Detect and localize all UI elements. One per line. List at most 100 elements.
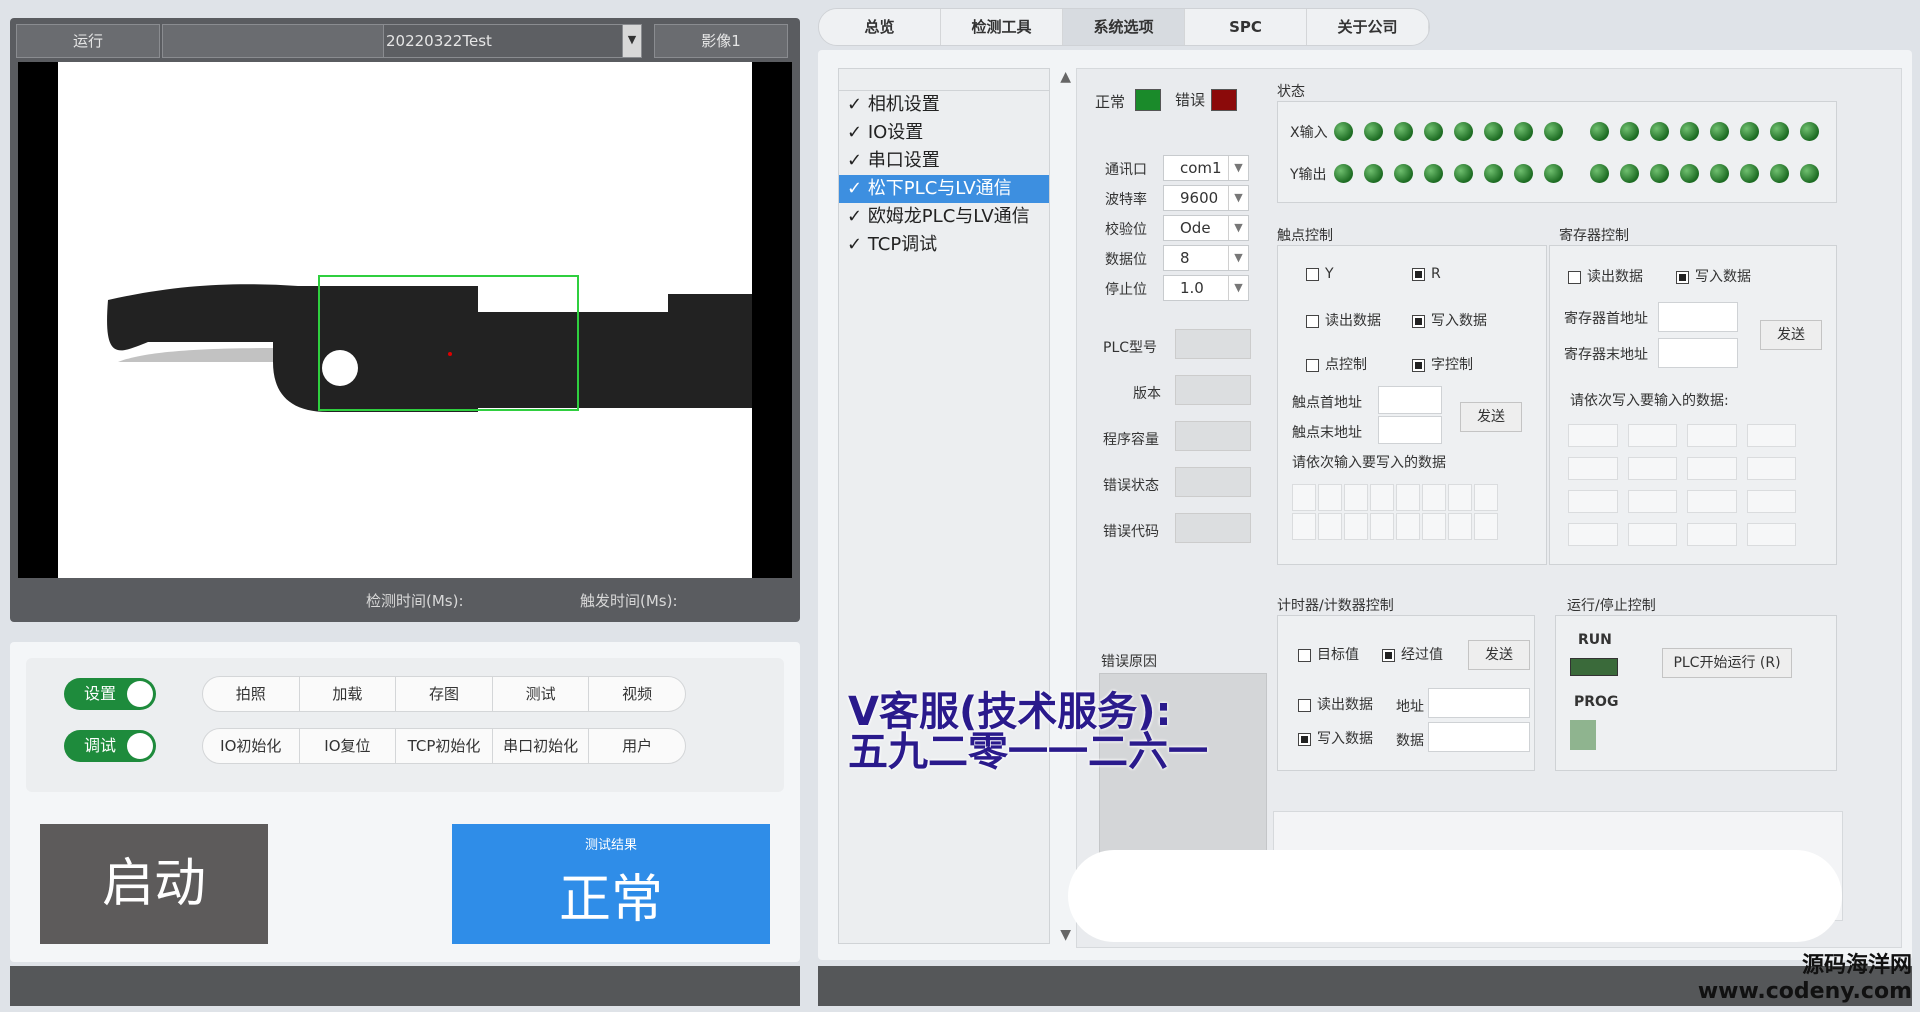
site-watermark: 源码海洋网 www.codeny.com <box>1698 947 1912 1004</box>
nav-item-camera[interactable]: ✓ 相机设置 <box>839 91 1049 119</box>
detect-time-label: 检测时间(Ms): <box>366 592 464 610</box>
timer-read-checkbox[interactable]: 读出数据 <box>1298 694 1373 714</box>
setup-toggle[interactable]: 设置 <box>64 678 156 710</box>
scroll-down-icon[interactable]: ▼ <box>1060 927 1071 943</box>
tab-spc[interactable]: SPC <box>1185 9 1307 45</box>
normal-led-icon <box>1135 89 1161 111</box>
photo-button[interactable]: 拍照 <box>203 677 300 711</box>
io-led-icon <box>1394 122 1413 141</box>
serial-init-button[interactable]: 串口初始化 <box>493 729 590 763</box>
timer-data-input[interactable] <box>1428 722 1530 752</box>
io-led-icon <box>1740 122 1759 141</box>
nav-item-serial[interactable]: ✓ 串口设置 <box>839 147 1049 175</box>
contact-write-checkbox[interactable]: 写入数据 <box>1412 310 1487 330</box>
checkbox-box <box>1298 648 1311 662</box>
parity-select[interactable]: Ode ▼ <box>1163 215 1249 241</box>
save-image-button[interactable]: 存图 <box>396 677 493 711</box>
baud-rate-label: 波特率 <box>1105 192 1147 208</box>
nav-item-label: 欧姆龙PLC与LV通信 <box>867 206 1030 227</box>
error-label: 错误 <box>1175 91 1206 109</box>
register-start-addr-input[interactable] <box>1658 302 1738 332</box>
watermark-line-1: 源码海洋网 <box>1801 953 1912 978</box>
recipe-dropdown-icon[interactable]: ▼ <box>622 24 642 58</box>
timer-send-button[interactable]: 发送 <box>1468 640 1530 670</box>
recipe-select[interactable]: 20220322Test <box>383 24 627 58</box>
test-button[interactable]: 测试 <box>493 677 590 711</box>
nav-item-tcp[interactable]: ✓ TCP调试 <box>839 231 1049 259</box>
register-write-label: 写入数据 <box>1695 269 1751 285</box>
trigger-time-label: 触发时间(Ms): <box>580 592 678 610</box>
version-field <box>1175 375 1251 405</box>
plc-model-field <box>1175 329 1251 359</box>
plc-start-run-button[interactable]: PLC开始运行 (R) <box>1662 648 1792 678</box>
load-button[interactable]: 加载 <box>300 677 397 711</box>
nav-item-io[interactable]: ✓ IO设置 <box>839 119 1049 147</box>
normal-label: 正常 <box>1095 93 1126 111</box>
y-checkbox[interactable]: Y <box>1306 266 1334 282</box>
camera-image <box>58 62 752 578</box>
camera-view <box>18 62 792 578</box>
io-led-icon <box>1680 164 1699 183</box>
scroll-up-icon[interactable]: ▲ <box>1060 69 1071 85</box>
register-read-checkbox[interactable]: 读出数据 <box>1568 266 1643 286</box>
parity-value: Ode <box>1180 219 1211 237</box>
baud-rate-select[interactable]: 9600 ▼ <box>1163 185 1249 211</box>
checkbox-box <box>1306 267 1319 281</box>
io-led-icon <box>1650 122 1669 141</box>
plc-model-label: PLC型号 <box>1103 340 1158 356</box>
word-control-label: 字控制 <box>1431 357 1473 373</box>
com-port-select[interactable]: com1 ▼ <box>1163 155 1249 181</box>
r-checkbox[interactable]: R <box>1412 266 1441 282</box>
nav-item-omron-plc[interactable]: ✓ 欧姆龙PLC与LV通信 <box>839 203 1049 231</box>
contact-start-addr-input[interactable] <box>1378 386 1442 414</box>
error-state-field <box>1175 467 1251 497</box>
register-hint-label: 请依次写入要输入的数据: <box>1570 393 1729 409</box>
system-options-panel: ✓ 相机设置 ✓ IO设置 ✓ 串口设置 ✓ 松下PLC与LV通信 ✓ 欧姆龙P… <box>818 50 1912 960</box>
timer-addr-input[interactable] <box>1428 688 1530 718</box>
nav-item-label: 松下PLC与LV通信 <box>867 178 1012 199</box>
register-end-addr-input[interactable] <box>1658 338 1738 368</box>
register-send-button[interactable]: 发送 <box>1760 320 1822 350</box>
timer-write-checkbox[interactable]: 写入数据 <box>1298 728 1373 748</box>
nav-item-panasonic-plc[interactable]: ✓ 松下PLC与LV通信 <box>839 175 1049 203</box>
main-tabs: 总览 检测工具 系统选项 SPC 关于公司 <box>818 8 1430 46</box>
start-button[interactable]: 启动 <box>40 824 268 944</box>
elapsed-value-checkbox[interactable]: 经过值 <box>1382 644 1443 664</box>
word-control-checkbox[interactable]: 字控制 <box>1412 354 1473 374</box>
io-init-button[interactable]: IO初始化 <box>203 729 300 763</box>
data-bits-label: 数据位 <box>1105 252 1147 268</box>
timer-read-label: 读出数据 <box>1317 697 1373 713</box>
stop-bits-select[interactable]: 1.0 ▼ <box>1163 275 1249 301</box>
tab-system-options[interactable]: 系统选项 <box>1063 9 1185 45</box>
run-led-icon <box>1570 658 1618 676</box>
tab-inspection-tools[interactable]: 检测工具 <box>941 9 1063 45</box>
image-select[interactable]: 影像1 <box>654 24 788 58</box>
error-led-icon <box>1211 89 1237 111</box>
timer-write-label: 写入数据 <box>1317 731 1373 747</box>
contact-read-checkbox[interactable]: 读出数据 <box>1306 310 1381 330</box>
data-bits-select[interactable]: 8 ▼ <box>1163 245 1249 271</box>
point-control-checkbox[interactable]: 点控制 <box>1306 354 1367 374</box>
io-led-icon <box>1334 164 1353 183</box>
tcp-init-button[interactable]: TCP初始化 <box>396 729 493 763</box>
contact-data-grid[interactable] <box>1292 484 1498 540</box>
toggle-knob-icon <box>127 681 153 707</box>
register-read-label: 读出数据 <box>1587 269 1643 285</box>
user-button[interactable]: 用户 <box>589 729 685 763</box>
io-led-icon <box>1484 164 1503 183</box>
tab-overview[interactable]: 总览 <box>819 9 941 45</box>
contact-send-button[interactable]: 发送 <box>1460 402 1522 432</box>
program-capacity-label: 程序容量 <box>1103 432 1159 448</box>
register-data-grid[interactable] <box>1568 424 1796 546</box>
tab-about-company[interactable]: 关于公司 <box>1307 9 1429 45</box>
io-reset-button[interactable]: IO复位 <box>300 729 397 763</box>
contact-read-label: 读出数据 <box>1325 313 1381 329</box>
register-write-checkbox[interactable]: 写入数据 <box>1676 266 1751 286</box>
timer-control-title: 计时器/计数器控制 <box>1277 598 1394 614</box>
run-stop-group: RUN PROG PLC开始运行 (R) <box>1555 615 1837 771</box>
target-value-checkbox[interactable]: 目标值 <box>1298 644 1359 664</box>
io-led-icon <box>1544 164 1563 183</box>
debug-toggle[interactable]: 调试 <box>64 730 156 762</box>
video-button[interactable]: 视频 <box>589 677 685 711</box>
contact-end-addr-input[interactable] <box>1378 416 1442 444</box>
